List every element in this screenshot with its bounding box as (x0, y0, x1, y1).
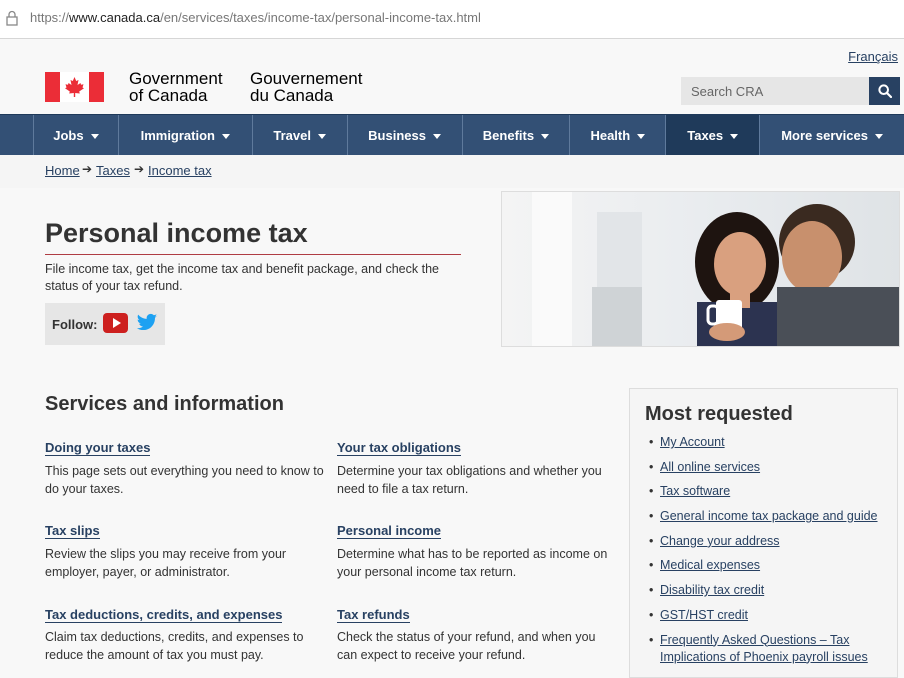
list-item: All online services (649, 459, 895, 476)
service-desc: This page sets out everything you need t… (45, 464, 324, 496)
service-desc: Claim tax deductions, credits, and expen… (45, 630, 304, 662)
list-item: Change your address (649, 533, 895, 550)
link-my-account[interactable]: My Account (660, 435, 725, 449)
hero-image (501, 191, 900, 347)
chevron-down-icon (432, 133, 441, 139)
list-item: General income tax package and guide (649, 508, 895, 525)
lock-icon (6, 10, 18, 26)
link-faq-phoenix[interactable]: Frequently Asked Questions – Tax Implica… (660, 633, 868, 664)
services-heading: Services and information (45, 393, 284, 415)
service-link-personal-income[interactable]: Personal income (337, 524, 442, 539)
service-desc: Check the status of your refund, and whe… (337, 630, 596, 662)
menu-item-more-services[interactable]: More services (760, 115, 904, 155)
breadcrumb-taxes[interactable]: Taxes (96, 163, 130, 178)
title-underline (45, 254, 461, 255)
browser-address-bar[interactable]: https://www.canada.ca/en/services/taxes/… (0, 0, 904, 39)
link-all-online-services[interactable]: All online services (660, 460, 760, 474)
menu-item-travel[interactable]: Travel (253, 115, 348, 155)
canada-flag-icon (45, 72, 104, 102)
list-item: GST/HST credit (649, 607, 895, 624)
link-tax-software[interactable]: Tax software (660, 484, 730, 498)
link-disability-tax-credit[interactable]: Disability tax credit (660, 583, 764, 597)
youtube-icon[interactable] (103, 313, 128, 333)
link-general-income-tax-package[interactable]: General income tax package and guide (660, 509, 878, 523)
chevron-down-icon (874, 133, 883, 139)
arrow-right-icon: ➔ (134, 162, 145, 176)
list-item: Tax software (649, 483, 895, 500)
follow-box: Follow: (45, 303, 165, 345)
signature-french: Gouvernement du Canada (250, 69, 363, 105)
menu-item-taxes[interactable]: Taxes (666, 115, 761, 155)
twitter-icon[interactable] (136, 313, 158, 333)
page-lead: File income tax, get the income tax and … (45, 262, 439, 293)
service-desc: Review the slips you may receive from yo… (45, 547, 287, 579)
chevron-down-icon (637, 133, 646, 139)
chevron-down-icon (222, 133, 230, 139)
link-change-your-address[interactable]: Change your address (660, 534, 780, 548)
language-toggle-link[interactable]: Français (848, 49, 898, 64)
service-desc: Determine your tax obligations and wheth… (337, 464, 602, 496)
signature-english[interactable]: Government of Canada (129, 70, 223, 104)
breadcrumb: Home ➔ Taxes ➔ Income tax (0, 155, 904, 188)
link-gst-hst-credit[interactable]: GST/HST credit (660, 608, 748, 622)
search-icon (877, 84, 892, 98)
link-medical-expenses[interactable]: Medical expenses (660, 558, 760, 572)
most-requested-heading: Most requested (645, 403, 793, 425)
service-link-your-tax-obligations[interactable]: Your tax obligations (337, 441, 461, 456)
service-link-tax-refunds[interactable]: Tax refunds (337, 608, 410, 623)
most-requested-panel: Most requested My Account All online ser… (629, 388, 898, 678)
url-text[interactable]: https://www.canada.ca/en/services/taxes/… (30, 10, 481, 25)
menu-item-immigration[interactable]: Immigration (119, 115, 253, 155)
list-item: Frequently Asked Questions – Tax Implica… (649, 632, 895, 666)
menu-item-health[interactable]: Health (570, 115, 667, 155)
menu-item-jobs[interactable]: Jobs (34, 115, 119, 155)
service-link-tax-slips[interactable]: Tax slips (45, 524, 100, 539)
chevron-down-icon (730, 133, 739, 139)
couple-with-laptop-illustration (502, 192, 899, 346)
search-input[interactable] (681, 77, 869, 105)
chevron-down-icon (90, 133, 99, 139)
search-button[interactable] (869, 77, 900, 105)
chevron-down-icon (541, 133, 550, 139)
service-link-doing-your-taxes[interactable]: Doing your taxes (45, 441, 151, 456)
list-item: My Account (649, 434, 895, 451)
menu-item-business[interactable]: Business (348, 115, 463, 155)
breadcrumb-home[interactable]: Home (45, 163, 80, 178)
arrow-right-icon: ➔ (82, 162, 93, 176)
main-menu: Jobs Immigration Travel Business Benefit… (0, 114, 904, 155)
breadcrumb-income-tax[interactable]: Income tax (148, 163, 212, 178)
menu-spacer (0, 115, 34, 155)
menu-item-benefits[interactable]: Benefits (463, 115, 571, 155)
service-link-tax-deductions[interactable]: Tax deductions, credits, and expenses (45, 608, 283, 623)
most-requested-list: My Account All online services Tax softw… (649, 434, 895, 673)
chevron-down-icon (317, 133, 326, 139)
list-item: Disability tax credit (649, 582, 895, 599)
service-desc: Determine what has to be reported as inc… (337, 547, 608, 579)
follow-label: Follow: (52, 317, 98, 332)
list-item: Medical expenses (649, 557, 895, 574)
page-title: Personal income tax (45, 218, 308, 248)
